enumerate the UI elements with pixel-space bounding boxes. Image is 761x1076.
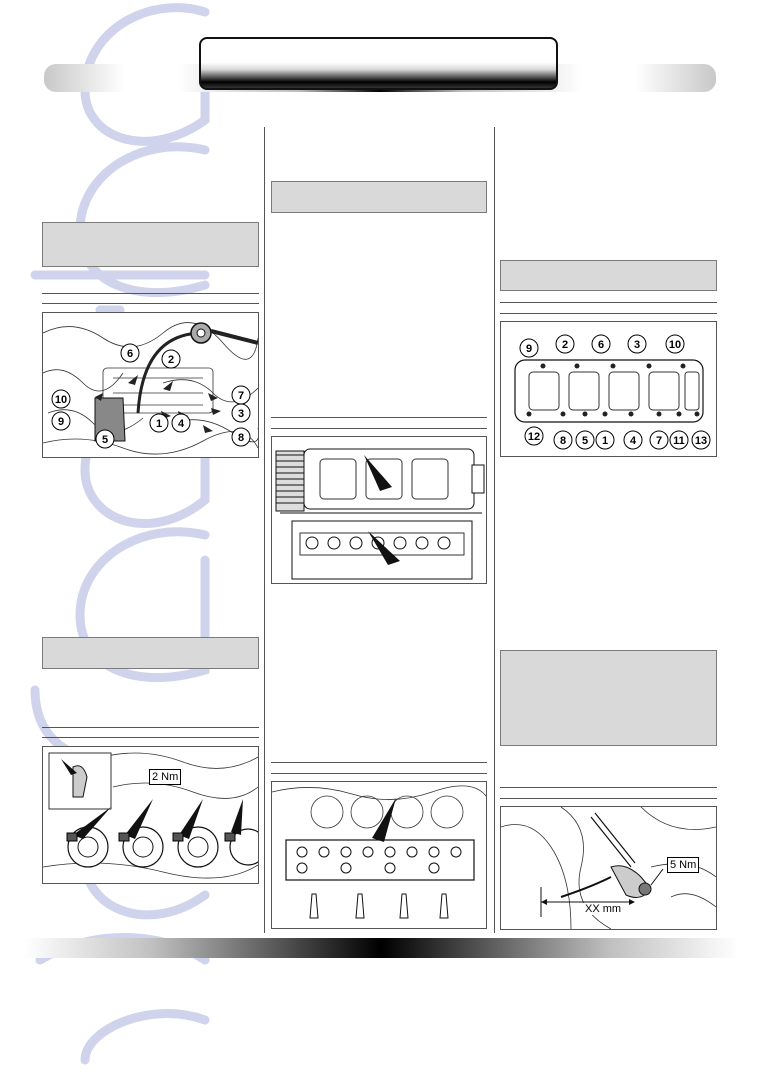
footer-bar xyxy=(24,938,738,958)
callout-label: 5 xyxy=(582,435,588,447)
header-title-box xyxy=(199,37,558,90)
callout-label: 6 xyxy=(598,339,604,351)
section-heading-box xyxy=(271,181,487,213)
callout-label: 7 xyxy=(656,435,662,447)
callout-label: 5 xyxy=(102,434,108,446)
section-heading-box xyxy=(500,260,717,291)
callout-label: 2 xyxy=(168,354,174,366)
figure-rule xyxy=(500,302,717,303)
callout-label: 11 xyxy=(673,435,685,447)
callout-label: 10 xyxy=(55,394,67,406)
callout-label: 1 xyxy=(156,418,162,430)
figure-rule xyxy=(271,417,487,418)
figure-rule xyxy=(42,737,259,738)
torque-label: 2 Nm xyxy=(149,769,182,785)
figure-sensor-installation: 5 Nm XX mm xyxy=(500,806,717,930)
dimension-label: XX mm xyxy=(583,903,624,915)
torque-label: 5 Nm xyxy=(667,857,700,873)
figure-rule xyxy=(271,428,487,429)
figure-rule xyxy=(500,798,717,799)
column-divider-right xyxy=(494,127,495,933)
figure-rule xyxy=(500,787,717,788)
column-divider-left xyxy=(264,127,265,933)
callout-label: 8 xyxy=(238,432,244,444)
callout-label: 8 xyxy=(560,435,566,447)
callout-label: 4 xyxy=(178,418,185,430)
callout-label: 1 xyxy=(602,435,608,447)
callout-label: 12 xyxy=(528,431,540,443)
section-heading-box xyxy=(42,222,259,267)
figure-rule xyxy=(42,727,259,728)
callout-label: 7 xyxy=(238,390,244,402)
callout-label: 3 xyxy=(238,408,244,420)
figure-cylinder-head-gasket xyxy=(271,781,487,929)
callout-label: 9 xyxy=(58,416,64,428)
callout-label: 9 xyxy=(526,343,532,355)
callout-label: 13 xyxy=(695,435,707,447)
figure-rule xyxy=(271,762,487,763)
callout-label: 4 xyxy=(630,435,637,447)
figure-rule xyxy=(42,293,259,294)
figure-cylinder-head-bolts-torque: 6 2 7 10 3 9 5 1 4 8 xyxy=(42,312,259,458)
callout-label: 2 xyxy=(562,339,568,351)
figure-camshaft-cap-sequence: 9 2 6 3 10 12 8 5 1 4 7 11 13 xyxy=(500,321,717,457)
figure-camshaft-cover xyxy=(271,436,487,584)
figure-injector-clamps: 2 Nm xyxy=(42,746,259,884)
figure-rule xyxy=(500,313,717,314)
figure-rule xyxy=(271,773,487,774)
callout-label: 3 xyxy=(634,339,640,351)
callout-label: 10 xyxy=(669,339,681,351)
figure-rule xyxy=(42,303,259,304)
section-heading-box xyxy=(42,637,259,669)
section-heading-box xyxy=(500,650,717,746)
callout-label: 6 xyxy=(127,348,133,360)
